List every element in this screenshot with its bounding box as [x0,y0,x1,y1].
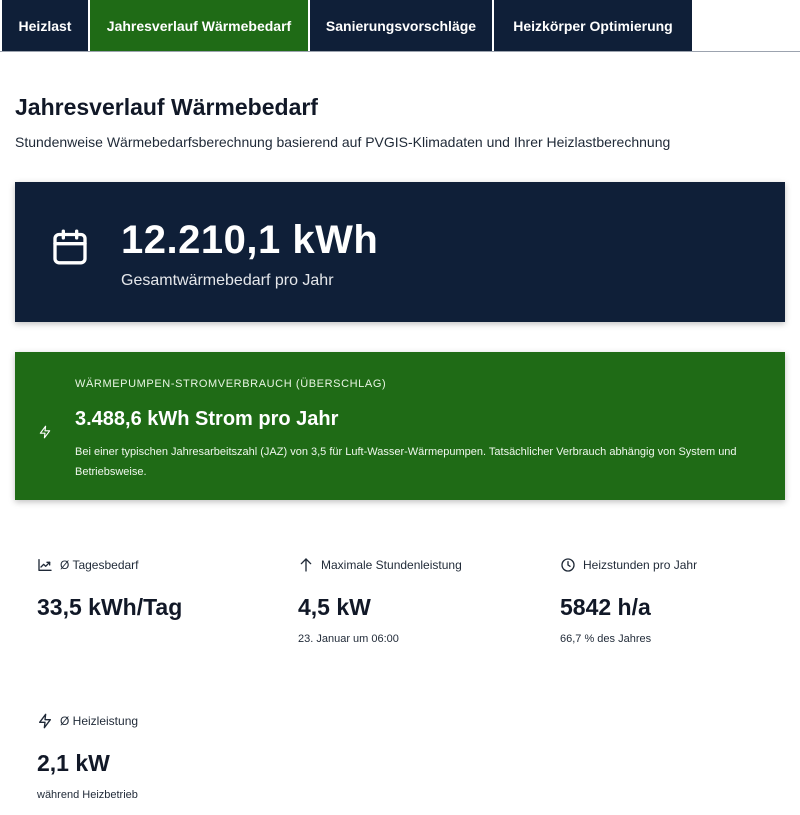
stat-note: 23. Januar um 06:00 [298,633,399,645]
stat-label: Heizstunden pro Jahr [583,558,698,572]
heatpump-description: Bei einer typischen Jahresarbeitszahl (J… [75,446,737,478]
stat-value: 5842 h/a [560,594,651,620]
heatpump-heading: WÄRMEPUMPEN-STROMVERBRAUCH (ÜBERSCHLAG) [75,378,387,390]
page-subtitle: Stundenweise Wärmebedarfsberechnung basi… [15,134,671,150]
stat-label: Ø Heizleistung [60,714,139,728]
annual-demand-value: 12.210,1 kWh [121,218,379,262]
heatpump-consumption-card: WÄRMEPUMPEN-STROMVERBRAUCH (ÜBERSCHLAG) … [15,352,785,500]
calendar-icon [53,229,87,265]
stat-label: Ø Tagesbedarf [60,558,139,572]
stat-value: 4,5 kW [298,594,371,620]
stat-note: während Heizbetrieb [37,789,138,801]
arrow-up-icon [300,558,312,572]
page-title: Jahresverlauf Wärmebedarf [15,94,318,120]
stat-heating-hours: Heizstunden pro Jahr 5842 h/a 66,7 % des… [560,556,697,645]
tab-sanierungsvorschlaege[interactable]: Sanierungsvorschläge [310,0,492,51]
clock-icon [561,558,575,572]
heatpump-value: 3.488,6 kWh Strom pro Jahr [75,408,339,430]
tab-heizlast[interactable]: Heizlast [2,0,88,51]
stat-daily-demand: Ø Tagesbedarf 33,5 kWh/Tag [37,556,182,621]
stat-avg-heating-power: Ø Heizleistung 2,1 kW während Heizbetrie… [37,712,138,801]
annual-demand-card: 12.210,1 kWh Gesamtwärmebedarf pro Jahr [15,182,785,322]
stat-max-hourly-power: Maximale Stundenleistung 4,5 kW 23. Janu… [298,556,462,645]
bolt-icon [39,713,51,729]
stat-note: 66,7 % des Jahres [560,633,652,645]
tab-heizkoerper-optimierung[interactable]: Heizkörper Optimierung [494,0,692,51]
stat-value: 2,1 kW [37,750,110,776]
stat-label: Maximale Stundenleistung [321,558,462,572]
tab-jahresverlauf-waermebedarf[interactable]: Jahresverlauf Wärmebedarf [90,0,308,51]
stat-value: 33,5 kWh/Tag [37,594,183,620]
annual-demand-label: Gesamtwärmebedarf pro Jahr [121,272,334,289]
trending-up-icon [38,559,52,571]
tab-bar: Heizlast Jahresverlauf Wärmebedarf Sanie… [0,0,800,52]
bolt-icon [39,425,51,439]
